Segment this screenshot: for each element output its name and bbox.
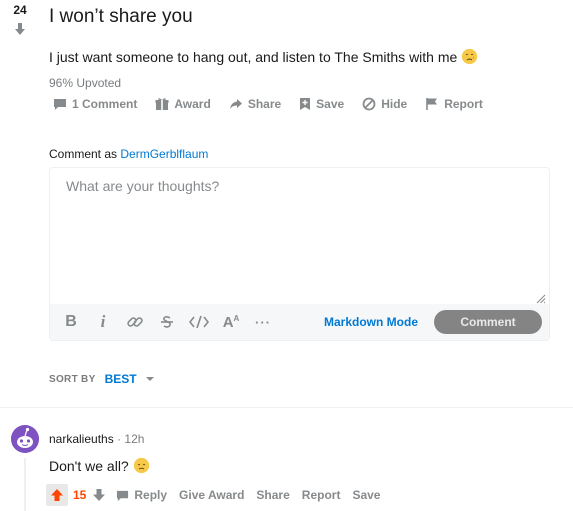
save-icon [300,98,311,110]
markdown-mode-button[interactable]: Markdown Mode [324,315,418,329]
comment-save-button[interactable]: Save [352,488,380,502]
italic-button[interactable]: i [90,309,116,335]
post-vote-column: 24 [0,0,40,395]
downvote-icon[interactable] [92,488,106,502]
comment-author-link[interactable]: narkalieuths [49,432,114,446]
reply-icon [117,490,129,501]
hide-button[interactable]: Hide [362,97,407,111]
comment-timestamp[interactable]: · 12h [117,432,144,446]
comment-submit-button[interactable]: Comment [434,310,542,334]
emoji-sad-icon [462,48,478,65]
comment-vote: 15 [46,484,106,506]
comment-count-button[interactable]: 1 Comment [53,97,137,111]
comment-share-button[interactable]: Share [256,488,289,502]
comment-body: Don't we all? [49,457,150,474]
post-title: I won’t share you [49,6,193,27]
comment-editor: B i AA ··· Markdown Mode Comment [49,167,550,341]
code-icon [189,315,209,329]
report-icon [426,98,438,110]
comment-icon [54,99,66,110]
comment-as-label: Comment as [49,147,118,161]
save-button[interactable]: Save [299,97,344,111]
comment-as-line: Comment as DermGerblflaum [49,147,208,161]
comment-score: 15 [73,488,87,502]
comment-report-button[interactable]: Report [302,488,341,502]
comment-textarea[interactable] [50,168,549,304]
sort-label: SORT BY [49,373,96,385]
award-icon [155,98,169,110]
share-icon [229,99,242,109]
avatar-snoo-icon [11,425,39,453]
link-icon [127,317,143,327]
comment-body-text: Don't we all? [49,457,129,474]
hide-label: Hide [381,97,408,111]
upvote-icon [51,489,63,501]
bold-icon: B [65,313,77,330]
down-arrow-icon[interactable] [13,22,27,36]
sort-caret-icon [145,377,154,381]
sort-value: BEST [104,372,137,386]
comment-meta: narkalieuths · 12h [49,432,144,446]
post-score: 24 [13,3,27,17]
current-username-link[interactable]: DermGerblflaum [120,147,208,161]
post-body-text: I just want someone to hang out, and lis… [49,48,458,65]
strikethrough-icon [161,316,173,328]
hide-icon [362,97,376,111]
section-divider [0,407,573,408]
upvote-ratio: 96% Upvoted [49,76,122,90]
comment-actions: 15 Reply Give Award Share Report Save [46,484,380,506]
award-button[interactable]: Award [155,97,211,111]
save-label: Save [316,97,345,111]
emoji-sad-icon [133,457,149,474]
reply-button[interactable]: Reply [116,488,167,502]
superscript-icon: AA [222,313,240,331]
award-label: Award [174,97,211,111]
comment-count-label: 1 Comment [72,97,138,111]
post-actions: 1 Comment Award Share Save Hide Report [53,96,501,112]
more-button[interactable]: ··· [250,309,276,335]
strikethrough-button[interactable] [154,309,180,335]
link-button[interactable] [122,309,148,335]
share-button[interactable]: Share [229,97,281,111]
code-button[interactable] [186,309,212,335]
report-label: Report [444,97,483,111]
resize-grip-icon[interactable] [536,294,546,304]
report-button[interactable]: Report [425,97,483,111]
superscript-button[interactable]: AA [218,309,244,335]
thread-line[interactable] [24,458,26,511]
share-label: Share [247,97,282,111]
give-award-button[interactable]: Give Award [179,488,244,502]
reply-label: Reply [134,488,168,502]
more-icon: ··· [255,314,271,330]
editor-toolbar: B i AA ··· Markdown Mode Comment [50,304,549,340]
sort-dropdown[interactable]: SORT BY BEST [49,372,155,386]
italic-icon: i [100,312,106,331]
bold-button[interactable]: B [58,309,84,335]
avatar[interactable] [11,425,39,453]
upvote-button[interactable] [46,484,68,506]
post-body: I just want someone to hang out, and lis… [49,48,478,65]
